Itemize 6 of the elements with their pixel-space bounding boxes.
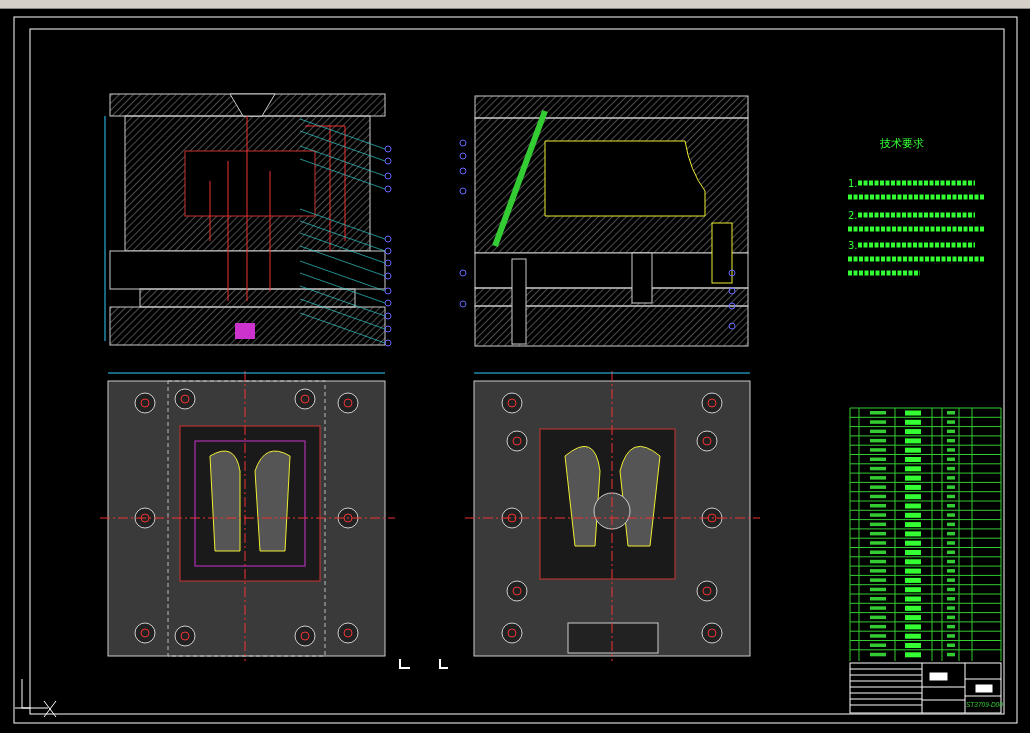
requirement-number: 2.	[848, 210, 858, 221]
requirement-number: 1.	[848, 178, 858, 189]
ucs-icon	[14, 678, 57, 718]
requirement-number: 3.	[848, 240, 858, 251]
requirements-heading: 技术要求	[880, 137, 924, 150]
view-mark-drawing	[399, 658, 449, 669]
